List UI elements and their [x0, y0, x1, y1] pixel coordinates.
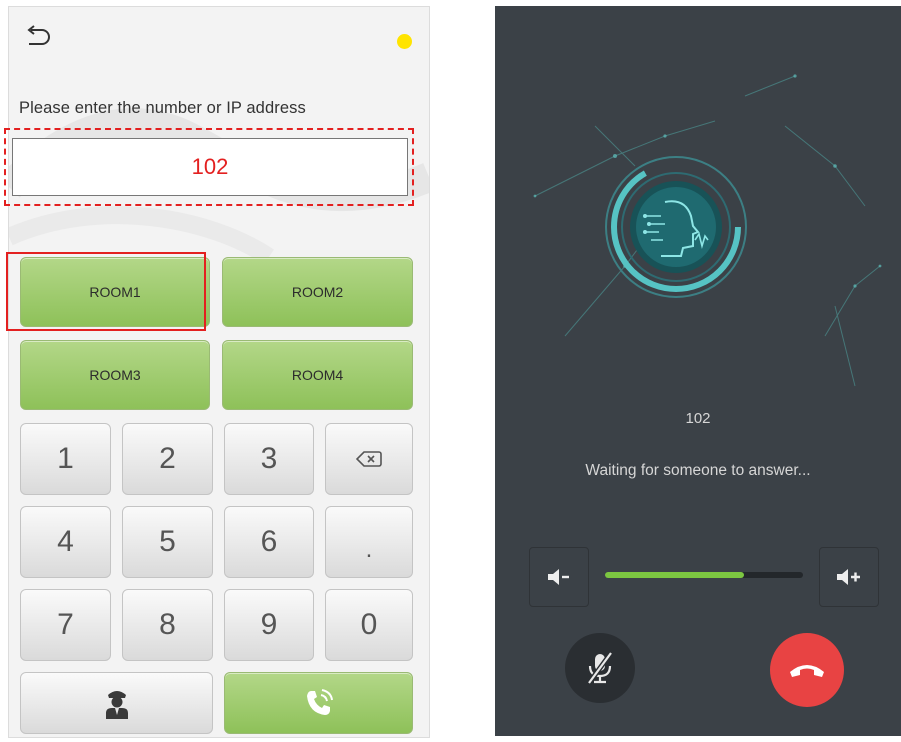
call-guard-button[interactable] [20, 672, 213, 734]
phone-call-icon [306, 689, 333, 715]
key-3[interactable]: 3 [224, 423, 314, 495]
key-0[interactable]: 0 [325, 589, 413, 661]
room3-button[interactable]: ROOM3 [20, 340, 210, 410]
room1-highlight-box [6, 252, 206, 331]
hang-up-button[interactable] [770, 633, 844, 707]
hang-up-icon [790, 665, 824, 677]
back-arrow-icon[interactable] [23, 25, 53, 51]
security-guard-icon [105, 691, 128, 719]
backspace-icon [356, 451, 382, 467]
caller-number: 102 [685, 410, 711, 427]
volume-down-icon [548, 569, 569, 585]
key-6[interactable]: 6 [224, 506, 314, 578]
network-background [533, 74, 882, 387]
volume-up-button[interactable] [819, 547, 879, 607]
number-input[interactable] [12, 138, 408, 196]
volume-slider[interactable] [605, 572, 803, 578]
mute-button[interactable] [565, 633, 635, 703]
calling-screen: 102 Waiting for someone to answer... [495, 6, 901, 736]
backspace-button[interactable] [325, 423, 413, 495]
top-bar [9, 7, 429, 67]
room4-button[interactable]: ROOM4 [222, 340, 413, 410]
call-button[interactable] [224, 672, 413, 734]
key-dot[interactable]: . [325, 506, 413, 578]
mic-mute-icon [586, 651, 614, 685]
key-9[interactable]: 9 [224, 589, 314, 661]
volume-fill [605, 572, 744, 578]
key-4[interactable]: 4 [20, 506, 111, 578]
key-8[interactable]: 8 [122, 589, 213, 661]
avatar-ring-icon [605, 156, 747, 298]
key-7[interactable]: 7 [20, 589, 111, 661]
key-2[interactable]: 2 [122, 423, 213, 495]
volume-up-icon [837, 569, 860, 585]
key-1[interactable]: 1 [20, 423, 111, 495]
call-status-text: Waiting for someone to answer... [585, 462, 811, 479]
status-dot [397, 34, 412, 49]
volume-down-button[interactable] [529, 547, 589, 607]
room2-button[interactable]: ROOM2 [222, 257, 413, 327]
key-5[interactable]: 5 [122, 506, 213, 578]
input-prompt: Please enter the number or IP address [19, 99, 306, 117]
